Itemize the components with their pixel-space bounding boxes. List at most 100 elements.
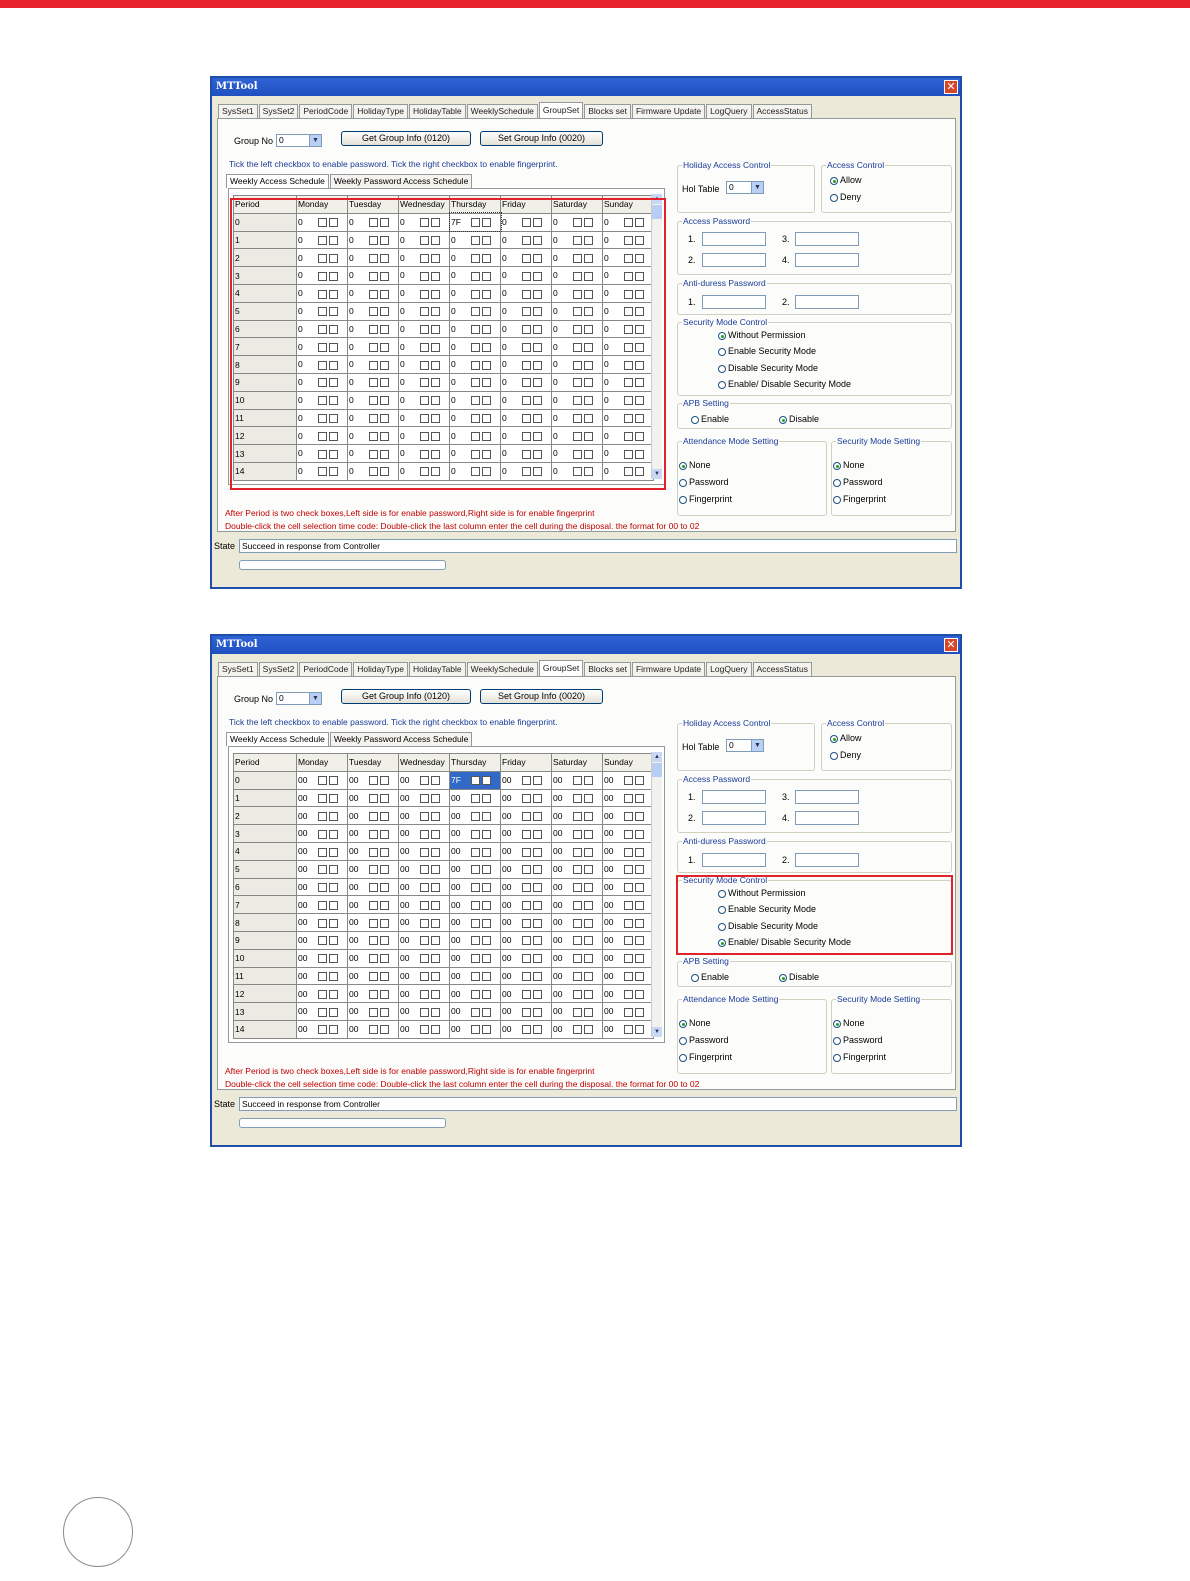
schedule-cell[interactable]: 0 bbox=[449, 319, 501, 339]
fingerprint-checkbox[interactable] bbox=[380, 865, 389, 875]
fingerprint-checkbox[interactable] bbox=[584, 954, 593, 964]
fingerprint-checkbox[interactable] bbox=[482, 918, 491, 928]
password-checkbox[interactable] bbox=[369, 289, 378, 299]
schedule-cell[interactable]: 0 bbox=[602, 212, 654, 232]
fingerprint-checkbox[interactable] bbox=[431, 954, 440, 964]
fingerprint-checkbox[interactable] bbox=[380, 414, 389, 424]
deny-radio[interactable]: Deny bbox=[830, 192, 861, 202]
fingerprint-checkbox[interactable] bbox=[482, 1007, 491, 1017]
tab-firmware-update[interactable]: Firmware Update bbox=[631, 104, 706, 118]
fingerprint-checkbox[interactable] bbox=[533, 794, 542, 804]
schedule-cell[interactable]: 00 bbox=[398, 930, 450, 950]
password-checkbox[interactable] bbox=[318, 431, 327, 441]
password-checkbox[interactable] bbox=[522, 253, 531, 263]
schedule-cell[interactable]: 0 bbox=[602, 337, 654, 357]
schedule-cell[interactable]: 00 bbox=[551, 877, 603, 897]
fingerprint-checkbox[interactable] bbox=[533, 218, 542, 228]
password-checkbox[interactable] bbox=[471, 342, 480, 352]
schedule-cell[interactable]: 0 bbox=[449, 301, 501, 321]
password-checkbox[interactable] bbox=[471, 829, 480, 839]
fingerprint-checkbox[interactable] bbox=[329, 253, 338, 263]
password-checkbox[interactable] bbox=[624, 954, 633, 964]
password-checkbox[interactable] bbox=[522, 342, 531, 352]
fingerprint-checkbox[interactable] bbox=[431, 378, 440, 388]
password-checkbox[interactable] bbox=[624, 1025, 633, 1035]
password-checkbox[interactable] bbox=[522, 271, 531, 281]
fingerprint-checkbox[interactable] bbox=[482, 865, 491, 875]
fingerprint-checkbox[interactable] bbox=[533, 431, 542, 441]
schedule-cell[interactable]: 0 bbox=[347, 372, 399, 392]
schedule-cell[interactable]: 0 bbox=[449, 372, 501, 392]
schedule-cell[interactable]: 00 bbox=[500, 948, 552, 968]
password-checkbox[interactable] bbox=[420, 829, 429, 839]
schedule-cell[interactable]: 0 bbox=[551, 372, 603, 392]
schedule-cell[interactable]: 0 bbox=[500, 301, 552, 321]
schedule-cell[interactable]: 0 bbox=[296, 372, 348, 392]
password-checkbox[interactable] bbox=[318, 936, 327, 946]
password-checkbox[interactable] bbox=[318, 342, 327, 352]
without-permission-radio[interactable]: Without Permission bbox=[718, 330, 806, 340]
schedule-cell[interactable]: 0 bbox=[500, 266, 552, 285]
schedule-cell[interactable]: 00 bbox=[296, 984, 348, 1004]
password-checkbox[interactable] bbox=[573, 378, 582, 388]
schedule-cell[interactable]: 00 bbox=[602, 788, 654, 808]
password-checkbox[interactable] bbox=[573, 1025, 582, 1035]
fingerprint-checkbox[interactable] bbox=[329, 989, 338, 999]
password-checkbox[interactable] bbox=[573, 325, 582, 335]
schedule-cell[interactable]: 00 bbox=[398, 806, 450, 826]
password-checkbox[interactable] bbox=[420, 918, 429, 928]
schedule-cell[interactable]: 0 bbox=[602, 319, 654, 339]
password-checkbox[interactable] bbox=[318, 271, 327, 281]
fingerprint-checkbox[interactable] bbox=[635, 954, 644, 964]
password-checkbox[interactable] bbox=[624, 936, 633, 946]
fingerprint-checkbox[interactable] bbox=[635, 936, 644, 946]
schedule-cell[interactable]: 7F bbox=[449, 770, 501, 790]
fingerprint-checkbox[interactable] bbox=[482, 396, 491, 406]
password-checkbox[interactable] bbox=[522, 236, 531, 246]
schedule-cell[interactable]: 00 bbox=[398, 788, 450, 808]
password-checkbox[interactable] bbox=[471, 378, 480, 388]
password-checkbox[interactable] bbox=[573, 360, 582, 370]
password-checkbox[interactable] bbox=[573, 883, 582, 893]
password-checkbox[interactable] bbox=[420, 900, 429, 910]
password-checkbox[interactable] bbox=[318, 307, 327, 317]
fingerprint-checkbox[interactable] bbox=[329, 449, 338, 459]
schedule-cell[interactable]: 0 bbox=[449, 337, 501, 357]
password-checkbox[interactable] bbox=[471, 900, 480, 910]
fingerprint-checkbox[interactable] bbox=[482, 811, 491, 821]
schedule-cell[interactable]: 0 bbox=[551, 212, 603, 232]
schedule-cell[interactable]: 00 bbox=[500, 966, 552, 986]
password-checkbox[interactable] bbox=[471, 271, 480, 281]
fingerprint-checkbox[interactable] bbox=[431, 236, 440, 246]
password-checkbox[interactable] bbox=[624, 811, 633, 821]
password-checkbox[interactable] bbox=[522, 431, 531, 441]
schedule-cell[interactable]: 0 bbox=[296, 301, 348, 321]
schedule-cell[interactable]: 0 bbox=[449, 426, 501, 446]
password-checkbox[interactable] bbox=[624, 989, 633, 999]
apb-disable-radio[interactable]: Disable bbox=[779, 972, 819, 982]
schedule-cell[interactable]: 00 bbox=[347, 1002, 399, 1021]
password-checkbox[interactable] bbox=[318, 218, 327, 228]
schedule-cell[interactable]: 0 bbox=[296, 212, 348, 232]
fingerprint-checkbox[interactable] bbox=[584, 900, 593, 910]
password-checkbox[interactable] bbox=[471, 989, 480, 999]
schedule-cell[interactable]: 0 bbox=[296, 355, 348, 374]
password-checkbox[interactable] bbox=[624, 467, 633, 477]
schedule-cell[interactable]: 0 bbox=[296, 266, 348, 285]
schedule-cell[interactable]: 0 bbox=[398, 444, 450, 463]
password-checkbox[interactable] bbox=[318, 1025, 327, 1035]
password-checkbox[interactable] bbox=[369, 378, 378, 388]
password-checkbox[interactable] bbox=[420, 1007, 429, 1017]
password-checkbox[interactable] bbox=[573, 794, 582, 804]
fingerprint-checkbox[interactable] bbox=[380, 342, 389, 352]
fingerprint-checkbox[interactable] bbox=[533, 271, 542, 281]
schedule-cell[interactable]: 00 bbox=[296, 930, 348, 950]
password-checkbox[interactable] bbox=[522, 414, 531, 424]
password-checkbox[interactable] bbox=[573, 847, 582, 857]
schedule-cell[interactable]: 0 bbox=[347, 248, 399, 268]
schedule-cell[interactable]: 0 bbox=[398, 372, 450, 392]
fingerprint-checkbox[interactable] bbox=[482, 449, 491, 459]
fingerprint-checkbox[interactable] bbox=[584, 253, 593, 263]
fingerprint-checkbox[interactable] bbox=[635, 431, 644, 441]
scroll-up-icon[interactable]: ▲ bbox=[652, 752, 662, 762]
